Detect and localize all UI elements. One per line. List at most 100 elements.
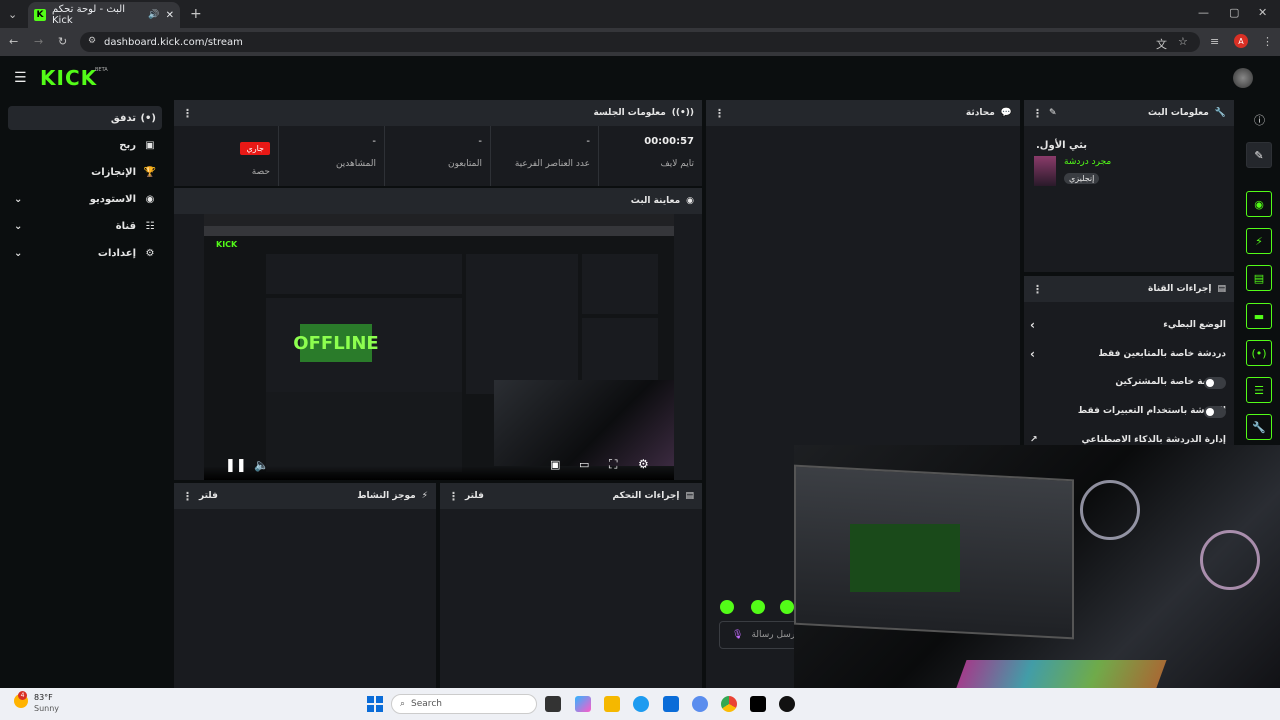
external-link-icon: ↗	[1030, 435, 1038, 445]
rail-button-stream[interactable]: (•)	[1246, 340, 1272, 366]
browser-tab[interactable]: K البث - لوحة تحكم Kick 🔊 ✕	[28, 2, 180, 28]
volume-icon[interactable]: 🔈	[254, 458, 269, 472]
stat-value: -	[372, 136, 376, 147]
rail-button-chat[interactable]: ▬	[1246, 303, 1272, 329]
user-avatar[interactable]	[1233, 68, 1253, 88]
chatgpt-icon[interactable]	[779, 696, 795, 712]
translate-icon[interactable]: 文	[1156, 36, 1167, 52]
emotes-only-toggle[interactable]	[1204, 406, 1226, 418]
kebab-menu-icon[interactable]: ⋮	[448, 490, 459, 503]
task-view-icon[interactable]	[545, 696, 561, 712]
tiktok-icon[interactable]	[750, 696, 766, 712]
tab-search-icon[interactable]: ⌄	[8, 8, 17, 21]
pip-icon[interactable]: ▣	[550, 458, 560, 471]
reload-icon[interactable]: ↻	[58, 35, 67, 48]
subscribers-only-toggle[interactable]	[1204, 377, 1226, 389]
action-subscribers-only: دردشة خاصة بالمشتركين	[1030, 377, 1226, 387]
nested-webcam	[494, 380, 674, 466]
microphone-icon[interactable]: 🎙	[732, 630, 743, 640]
chat-input[interactable]: 🎙 أرسل رسالة	[719, 621, 799, 649]
sidebar-item-stream[interactable]: (•) تدفق	[8, 106, 162, 130]
info-circle-icon[interactable]: ⓘ	[1254, 112, 1265, 128]
filter-button[interactable]: فلتر	[465, 491, 484, 501]
site-info-icon[interactable]: ⚙	[88, 36, 96, 46]
fullscreen-icon[interactable]: ⛶	[609, 457, 617, 472]
back-icon[interactable]: ←	[9, 35, 18, 48]
stream-video[interactable]: KICK	[204, 214, 674, 480]
kebab-menu-icon[interactable]: ⋮	[182, 107, 193, 120]
action-slow-mode[interactable]: الوضع البطيء ›	[1030, 318, 1226, 332]
webcam-pc-fan	[1080, 480, 1140, 540]
chrome-icon[interactable]	[721, 696, 737, 712]
kebab-menu-icon[interactable]: ⋮	[1032, 107, 1043, 120]
maximize-icon[interactable]: ▢	[1229, 6, 1239, 19]
nested-stream-info	[582, 254, 658, 314]
category-link[interactable]: مجرد دردشة	[1064, 157, 1111, 167]
kick-logo[interactable]: KICK	[40, 66, 97, 90]
app-icon[interactable]	[692, 696, 708, 712]
copilot-icon[interactable]	[575, 696, 591, 712]
sidebar-item-monetize[interactable]: ▣ ربح	[8, 133, 162, 157]
filter-button[interactable]: فلتر	[199, 491, 218, 501]
profile-avatar[interactable]: A	[1234, 34, 1248, 48]
sidebar-item-achievements[interactable]: 🏆 الإنجازات	[8, 160, 162, 184]
action-followers-only[interactable]: دردشة خاصة بالمتابعين فقط ›	[1030, 347, 1226, 361]
sidebar-item-label: تدفق	[110, 112, 136, 124]
emote-icon[interactable]	[751, 600, 765, 614]
chevron-down-icon: ⌄	[14, 220, 23, 232]
kebab-menu-icon[interactable]: ⋮	[714, 107, 725, 120]
hamburger-menu-icon[interactable]: ☰	[14, 70, 27, 86]
beta-label: BETA	[95, 67, 108, 73]
tab-close-icon[interactable]: ✕	[166, 10, 174, 21]
action-label: الوضع البطيء	[1163, 320, 1226, 330]
stat-label: المشاهدين	[335, 159, 376, 169]
rail-button-preview[interactable]: ◉	[1246, 191, 1272, 217]
reading-list-icon[interactable]: ≡	[1210, 35, 1219, 48]
window-close-icon[interactable]: ✕	[1258, 6, 1267, 19]
live-badge: جاري	[240, 142, 270, 155]
activity-feed-panel: ⚡ موجز النشاط فلتر ⋮	[174, 483, 436, 688]
stat-label: عدد العناصر الفرعية	[514, 159, 590, 169]
stat-share: جاري حصة	[174, 126, 278, 186]
stat-viewers: - المشاهدين	[278, 126, 384, 186]
forward-icon[interactable]: →	[34, 35, 43, 48]
file-explorer-icon[interactable]	[604, 696, 620, 712]
rail-button-activity[interactable]: ⚡	[1246, 228, 1272, 254]
weather-temp[interactable]: 83°F	[34, 693, 53, 702]
action-label: إدارة الدردشة بالذكاء الاصطناعي	[1081, 435, 1226, 445]
channel-actions-icon: ☰	[1254, 383, 1264, 397]
trophy-icon: 🏆	[143, 166, 156, 178]
edit-layout-button[interactable]: ✎	[1246, 142, 1272, 168]
emote-icon[interactable]	[720, 600, 734, 614]
sidebar-item-studio[interactable]: ◉ الاستوديو ⌄	[8, 187, 162, 211]
pause-icon[interactable]: ❚❚	[225, 458, 247, 473]
camera-icon: ◉	[1254, 197, 1264, 211]
windows-start-icon[interactable]	[367, 696, 383, 712]
minimize-icon[interactable]: —	[1198, 6, 1209, 19]
chrome-menu-icon[interactable]: ⋮	[1262, 35, 1273, 48]
taskbar-search[interactable]: ⌕ Search	[391, 694, 537, 714]
settings-gear-icon[interactable]: ⚙	[638, 457, 649, 471]
mod-actions-header: ▤ إجراءات التحكم فلتر ⋮	[440, 483, 702, 509]
kebab-menu-icon[interactable]: ⋮	[1032, 283, 1043, 296]
theater-icon[interactable]: ▭	[579, 458, 589, 471]
chat-bubble-icon: 💬	[1000, 108, 1012, 118]
rail-button-tools[interactable]: 🔧	[1246, 414, 1272, 440]
stat-value: -	[586, 136, 590, 147]
address-bar[interactable]: dashboard.kick.com/stream	[80, 32, 1200, 52]
emote-icon[interactable]	[780, 600, 794, 614]
rail-button-actions[interactable]: ☰	[1246, 377, 1272, 403]
store-icon[interactable]	[663, 696, 679, 712]
new-tab-icon[interactable]: +	[190, 6, 202, 22]
chat-bubble-icon: ▬	[1253, 309, 1265, 323]
kebab-menu-icon[interactable]: ⋮	[182, 490, 193, 503]
edge-icon[interactable]	[633, 696, 649, 712]
language-tag: إنجليزي	[1064, 173, 1100, 184]
sidebar-item-settings[interactable]: ⚙ إعدادات ⌄	[8, 241, 162, 265]
edit-pencil-icon[interactable]: ✎	[1049, 108, 1057, 118]
sidebar-item-channel[interactable]: ☷ قناة ⌄	[8, 214, 162, 238]
bookmark-star-icon[interactable]: ☆	[1178, 35, 1188, 48]
studio-icon: ◉	[145, 193, 155, 205]
action-ai-moderation[interactable]: إدارة الدردشة بالذكاء الاصطناعي ↗	[1030, 435, 1226, 445]
rail-button-mod[interactable]: ▤	[1246, 265, 1272, 291]
